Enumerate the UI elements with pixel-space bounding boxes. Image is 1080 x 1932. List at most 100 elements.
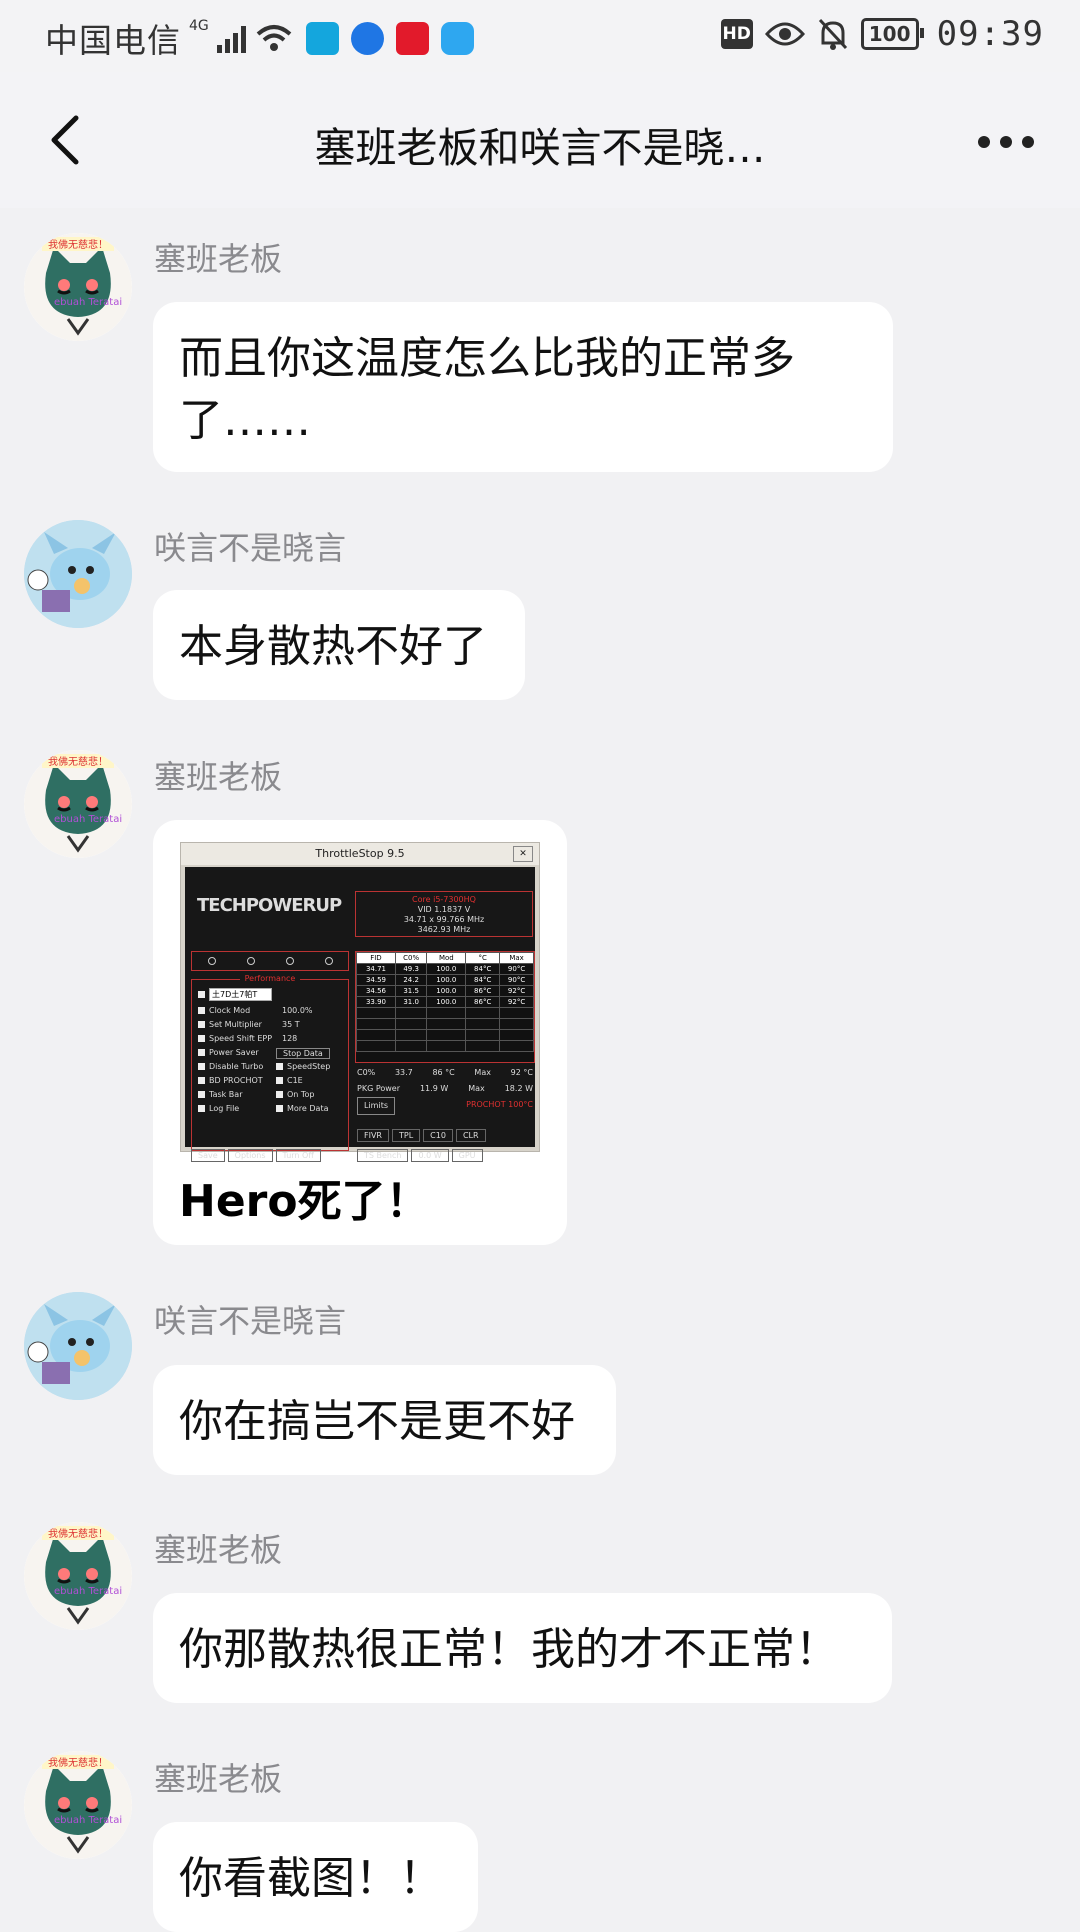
vid-value: VID 1.1837 V	[417, 905, 471, 914]
opt-label: SpeedStep	[287, 1062, 331, 1071]
opt-value: 128	[282, 1034, 298, 1043]
opt-label: Clock Mod	[209, 1006, 251, 1015]
message-text-line: 了……	[179, 395, 311, 446]
eye-icon	[764, 22, 805, 46]
opt-value: 100.0%	[282, 1006, 313, 1015]
sender-name: 塞班老板	[154, 1531, 283, 1569]
chat-app-icon	[440, 21, 474, 55]
opt-label: More Data	[287, 1104, 329, 1113]
signal-icon	[216, 23, 246, 53]
avatar-saiban[interactable]: 我佛无慈悲！ ebuah Teratai	[24, 1522, 132, 1630]
book-app-icon	[305, 21, 339, 55]
table-row: 34.59 24.2 100.0 84°C 90°C	[356, 974, 534, 986]
opt-label: Speed Shift EPP	[209, 1034, 273, 1043]
table-header: C0%	[394, 952, 428, 964]
sender-name: 咲言不是晓言	[154, 1302, 347, 1340]
clock: 09:39	[936, 14, 1044, 54]
sender-name: 塞班老板	[154, 240, 283, 278]
message-text: 你在搞岂不是更不好	[179, 1396, 575, 1447]
dragon-avatar-icon	[24, 520, 132, 628]
multiplier-value: 34.71 x 99.766 MHz	[403, 915, 485, 924]
bell-muted-icon	[818, 18, 847, 50]
window-title: ThrottleStop 9.5	[315, 847, 405, 860]
avatar-badge-text: 我佛无慈悲！	[48, 238, 108, 251]
cat-avatar-icon: 我佛无慈悲！ ebuah Teratai	[24, 1522, 132, 1630]
opt-label: Power Saver	[209, 1048, 259, 1057]
globe-app-icon	[350, 21, 384, 55]
battery-icon: 100	[860, 18, 924, 50]
avatar-badge-text: 我佛无慈悲！	[48, 1527, 108, 1540]
table-header: °C	[465, 952, 501, 964]
cpu-name: Core i5-7300HQ	[412, 895, 476, 904]
avatar-badge-bottom: ebuah Teratai	[54, 297, 122, 308]
freq-value: 3462.93 MHz	[417, 925, 471, 934]
more-icon[interactable]	[978, 136, 1034, 148]
image-caption: Hero死了！	[179, 1176, 430, 1227]
table-header: FID	[356, 952, 396, 964]
bottom-right-buttons: TS Bench 0.0 W GPU	[357, 1149, 483, 1162]
chat-header: 塞班老板和咲言不是晓…	[0, 72, 1080, 208]
sender-name: 塞班老板	[154, 758, 283, 796]
cat-avatar-icon: 我佛无慈悲！ ebuah Teratai	[24, 1751, 132, 1859]
bottom-left-buttons: Save Options Turn Off	[191, 1149, 321, 1162]
avatar-saiban[interactable]: 我佛无慈悲！ ebuah Teratai	[24, 1751, 132, 1859]
table-row: 33.90 31.0 100.0 86°C 92°C	[356, 996, 534, 1008]
avatar-saiban[interactable]: 我佛无慈悲！ ebuah Teratai	[24, 750, 132, 858]
opt-label: C1E	[287, 1076, 303, 1085]
avatar-badge-text: 我佛无慈悲！	[48, 1756, 108, 1769]
opt-label: Disable Turbo	[209, 1062, 264, 1071]
carrier-name: 中国电信	[45, 21, 181, 60]
cpu-info: Core i5-7300HQ VID 1.1837 V 34.71 x 99.7…	[355, 891, 533, 937]
sender-name: 咲言不是晓言	[154, 529, 347, 567]
dragon-avatar-icon	[24, 1292, 132, 1400]
wifi-icon	[256, 25, 292, 51]
techpowerup-logo: TECHPOWERUP	[197, 895, 342, 916]
cat-avatar-icon: 我佛无慈悲！ ebuah Teratai	[24, 233, 132, 341]
avatar-xiaoyan[interactable]	[24, 1292, 132, 1400]
close-icon: ✕	[513, 846, 533, 862]
core-table: FID C0% Mod °C Max 34.71 49.3 100.0 84°C 90°…	[355, 951, 535, 1063]
performance-panel: Performance 土7D土7帕T Clock Mod Set Multip…	[191, 974, 349, 1151]
window-titlebar: ThrottleStop 9.5 ✕	[181, 843, 539, 865]
avatar-badge-bottom: ebuah Teratai	[54, 1586, 122, 1597]
profile-select: 土7D土7帕T	[209, 988, 273, 1001]
table-row: 34.71 49.3 100.0 84°C 90°C	[356, 963, 534, 975]
network-type: 4G	[189, 18, 209, 34]
sender-name: 塞班老板	[154, 1760, 283, 1798]
avatar-saiban[interactable]: 我佛无慈悲！ ebuah Teratai	[24, 233, 132, 341]
status-bar: 中国电信 4G HD 100 09:39	[0, 0, 1080, 72]
stop-data-button: Stop Data	[276, 1048, 330, 1059]
message-text: 你看截图！！	[179, 1853, 443, 1904]
back-icon[interactable]	[38, 110, 98, 170]
message-bubble[interactable]: 本身散热不好了	[153, 590, 525, 700]
message-bubble[interactable]: 你那散热很正常！我的才不正常！	[153, 1593, 892, 1703]
message-bubble[interactable]: 而且你这温度怎么比我的正常多 了……	[153, 302, 893, 472]
profile-radios	[191, 951, 349, 971]
avatar-badge-text: 我佛无慈悲！	[48, 755, 108, 768]
message-text-line: 而且你这温度怎么比我的正常多	[179, 333, 795, 384]
table-header: Max	[499, 952, 534, 964]
avatar-xiaoyan[interactable]	[24, 520, 132, 628]
hd-icon: HD	[720, 19, 753, 49]
avatar-badge-bottom: ebuah Teratai	[54, 814, 122, 825]
message-bubble[interactable]: 你在搞岂不是更不好	[153, 1365, 616, 1475]
opt-label: On Top	[287, 1090, 315, 1099]
performance-title: Performance	[240, 974, 300, 983]
throttlestop-screenshot[interactable]: ThrottleStop 9.5 ✕ TECHPOWERUP Core i5-7…	[180, 842, 540, 1162]
table-row: 34.56 31.5 100.0 86°C 92°C	[356, 985, 534, 997]
opt-label: Task Bar	[209, 1090, 243, 1099]
message-text: 本身散热不好了	[179, 621, 487, 672]
table-header: Mod	[426, 952, 467, 964]
message-text: 你那散热很正常！我的才不正常！	[179, 1624, 839, 1675]
opt-label: BD PROCHOT	[209, 1076, 263, 1085]
opt-value: 35 T	[282, 1020, 300, 1029]
opt-label: Log File	[209, 1104, 240, 1113]
message-bubble[interactable]: 你看截图！！	[153, 1822, 478, 1932]
chat-title: 塞班老板和咲言不是晓…	[314, 124, 766, 172]
stats-panel: C0% 33.7 86 °C Max 92 °C PKG Power 11.9 W Max 1…	[357, 1065, 533, 1115]
cat-avatar-icon: 我佛无慈悲！ ebuah Teratai	[24, 750, 132, 858]
opt-label: Set Multiplier	[209, 1020, 262, 1029]
right-button-row: FIVR TPL C10 CLR	[357, 1129, 486, 1142]
heart-app-icon	[395, 21, 429, 55]
avatar-badge-bottom: ebuah Teratai	[54, 1815, 122, 1826]
